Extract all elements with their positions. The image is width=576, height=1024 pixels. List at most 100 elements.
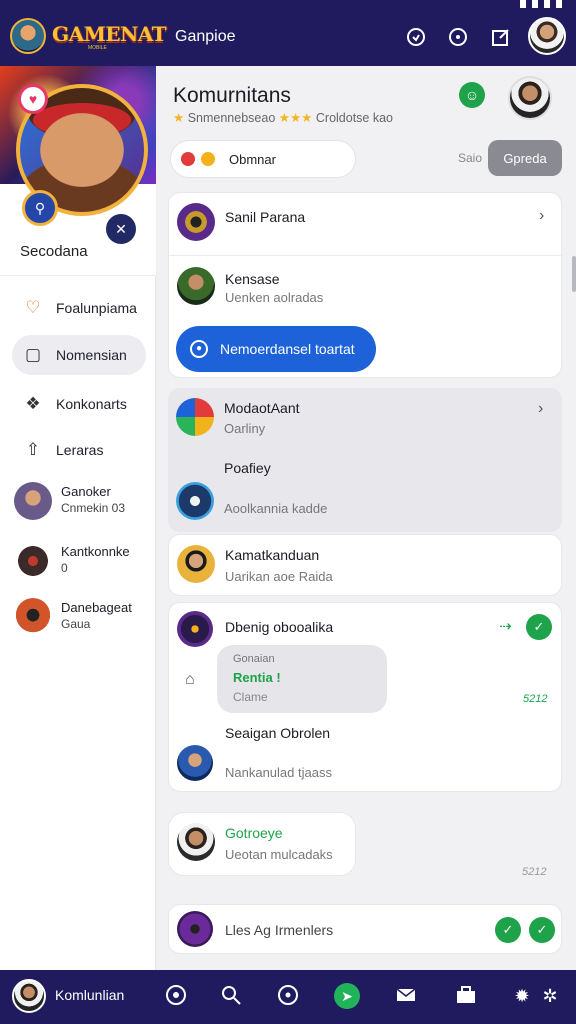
row-title[interactable]: Kensase (225, 271, 279, 287)
row-subtitle: Oarliny (224, 421, 266, 436)
row-title[interactable]: Sanil Parana (225, 209, 305, 225)
user-avatar[interactable] (528, 17, 566, 55)
bubble-line: Gonaian (233, 653, 275, 665)
friend-item[interactable]: Kantkonnke 0 (14, 540, 154, 584)
row-title: Kamatkanduan (225, 547, 320, 563)
timestamp: 5212 (522, 866, 547, 878)
row-title: Lles Ag Irmenlers (225, 922, 334, 938)
sidebar-item-nomensian[interactable]: ▢ Nomensian (12, 335, 146, 375)
tag-icon: ⇧ (25, 440, 41, 459)
post-card: ModaotAant Oarliny › Poafiey Aoolkannia … (168, 388, 562, 532)
subtitle-left: Snmennebseao (187, 111, 276, 125)
rating-stars: ★★★ (278, 111, 313, 125)
sync-icon[interactable] (406, 27, 426, 47)
rating-stars-icon: ★ (173, 111, 185, 125)
bubble-line: Clame (233, 690, 268, 704)
user-avatar[interactable] (177, 823, 215, 861)
friend-avatar (14, 598, 52, 636)
sidebar: ♥ ⚲ ✕ Secodana ♡ Foalunpiama ▢ Nomensian… (0, 66, 156, 970)
forward-icon[interactable]: ⇢ (499, 617, 512, 635)
sidebar-item-label: Leraras (56, 442, 104, 458)
app-title: Ganpioe (175, 28, 236, 45)
timestamp: 5212 (523, 693, 548, 705)
check-icon[interactable]: ✓ (529, 917, 555, 943)
post-card: Dbenig obooalika ⇢ ✓ ⌂ Gonaian Rentia ! … (168, 602, 562, 792)
coin-icon (201, 152, 215, 166)
reply-icon[interactable]: ⌂ (185, 671, 195, 689)
heart-icon[interactable]: ♥ (18, 84, 48, 114)
row-title[interactable]: Poafiey (224, 460, 271, 476)
friend-status: Gaua (61, 617, 91, 631)
red-dot-icon (181, 152, 195, 166)
filter-tag: Saio (458, 151, 483, 165)
page-subtitle: ★ Snmennebseao ★★★ Croldotse kao (173, 110, 393, 125)
message-bubble[interactable]: Gonaian Rentia ! Clame (217, 645, 387, 713)
settings-icon[interactable]: ✹ (510, 984, 534, 1008)
mail-icon[interactable] (394, 984, 418, 1008)
scrollbar-thumb[interactable] (572, 256, 576, 292)
friend-item[interactable]: Ganoker Cnmekin 03 (14, 480, 154, 524)
edit-icon[interactable] (491, 27, 511, 47)
profile-avatar[interactable] (12, 979, 46, 1013)
user-avatar[interactable] (177, 267, 215, 305)
post-card[interactable]: Gotroeye Ueotan mulcadaks (168, 812, 356, 876)
bubble-highlight: Rentia ! (233, 670, 281, 685)
briefcase-icon[interactable] (454, 984, 478, 1008)
filter-pill[interactable]: Obmnar (170, 140, 356, 178)
open-button[interactable]: Gpreda (488, 140, 562, 176)
sidebar-item-label: Foalunpiama (56, 300, 137, 316)
row-title: Gotroeye (225, 825, 283, 841)
sidebar-item-konkonarts[interactable]: ❖ Konkonarts (12, 384, 146, 424)
level-badge-icon[interactable]: ⚲ (22, 190, 58, 226)
friend-avatar (14, 482, 52, 520)
app-logo-avatar[interactable] (10, 18, 46, 54)
notifications-button[interactable]: ● Nemoerdansel toartat (176, 326, 376, 372)
main-content: Komurnitans ★ Snmennebseao ★★★ Croldotse… (156, 66, 576, 970)
community-avatar[interactable] (508, 76, 552, 120)
accept-icon[interactable]: ✓ (526, 614, 552, 640)
row-subtitle: Uenken aolradas (225, 290, 324, 305)
user-avatar[interactable] (177, 745, 213, 781)
post-card[interactable]: Lles Ag Irmenlers ✓ ✓ (168, 904, 562, 954)
app-logo-text[interactable]: GAMENAT (52, 22, 167, 46)
check-icon[interactable]: ✓ (495, 917, 521, 943)
sidebar-item-foalunpiama[interactable]: ♡ Foalunpiama (12, 288, 146, 328)
friend-name: Danebageat (61, 600, 132, 615)
row-title[interactable]: ModaotAant (224, 400, 300, 416)
group-avatar[interactable] (177, 203, 215, 241)
search-icon[interactable] (219, 984, 243, 1008)
chevron-right-icon[interactable]: › (538, 400, 543, 418)
chat-icon[interactable] (164, 984, 188, 1008)
heart-icon: ♡ (25, 298, 41, 317)
bug-icon[interactable]: ✲ (538, 984, 562, 1008)
user-avatar[interactable] (177, 545, 215, 583)
post-card[interactable]: Kamatkanduan Uarikan aoe Raida (168, 534, 562, 596)
group-avatar[interactable] (177, 611, 213, 647)
app-logo-subtitle: MOBILE (88, 45, 107, 51)
status-icons (520, 0, 562, 10)
row-subtitle: Aoolkannia kadde (224, 501, 328, 516)
chevron-right-icon[interactable]: › (539, 207, 544, 225)
friend-status: Cnmekin 03 (61, 501, 126, 515)
app-avatar[interactable] (176, 398, 214, 436)
home-icon[interactable]: ➤ (334, 983, 360, 1009)
divider (169, 255, 563, 256)
post-card: Sanil Parana › Kensase Uenken aolradas ●… (168, 192, 563, 378)
friend-item[interactable]: Danebageat Gaua (14, 596, 154, 640)
sidebar-item-leraras[interactable]: ⇧ Leraras (12, 430, 146, 470)
game-avatar[interactable] (176, 482, 214, 520)
bottom-bar-label[interactable]: Komlunlian (55, 987, 124, 1003)
compass-icon[interactable] (448, 27, 468, 47)
filter-label: Obmnar (229, 151, 276, 167)
group-avatar[interactable] (177, 911, 213, 947)
row-title[interactable]: Dbenig obooalika (225, 619, 333, 635)
row-title[interactable]: Seaigan Obrolen (225, 725, 330, 741)
puzzle-icon: ❖ (25, 394, 41, 413)
bottom-bar: Komlunlian ➤ ✹ ✲ (0, 970, 576, 1024)
verified-icon[interactable]: ☺ (459, 82, 485, 108)
row-subtitle: Nankanulad tjaass (225, 765, 332, 780)
row-subtitle: Uarikan aoe Raida (225, 569, 333, 584)
compass-icon[interactable] (276, 984, 300, 1008)
swords-icon[interactable]: ✕ (106, 214, 136, 244)
friend-name: Kantkonnke (61, 544, 130, 559)
